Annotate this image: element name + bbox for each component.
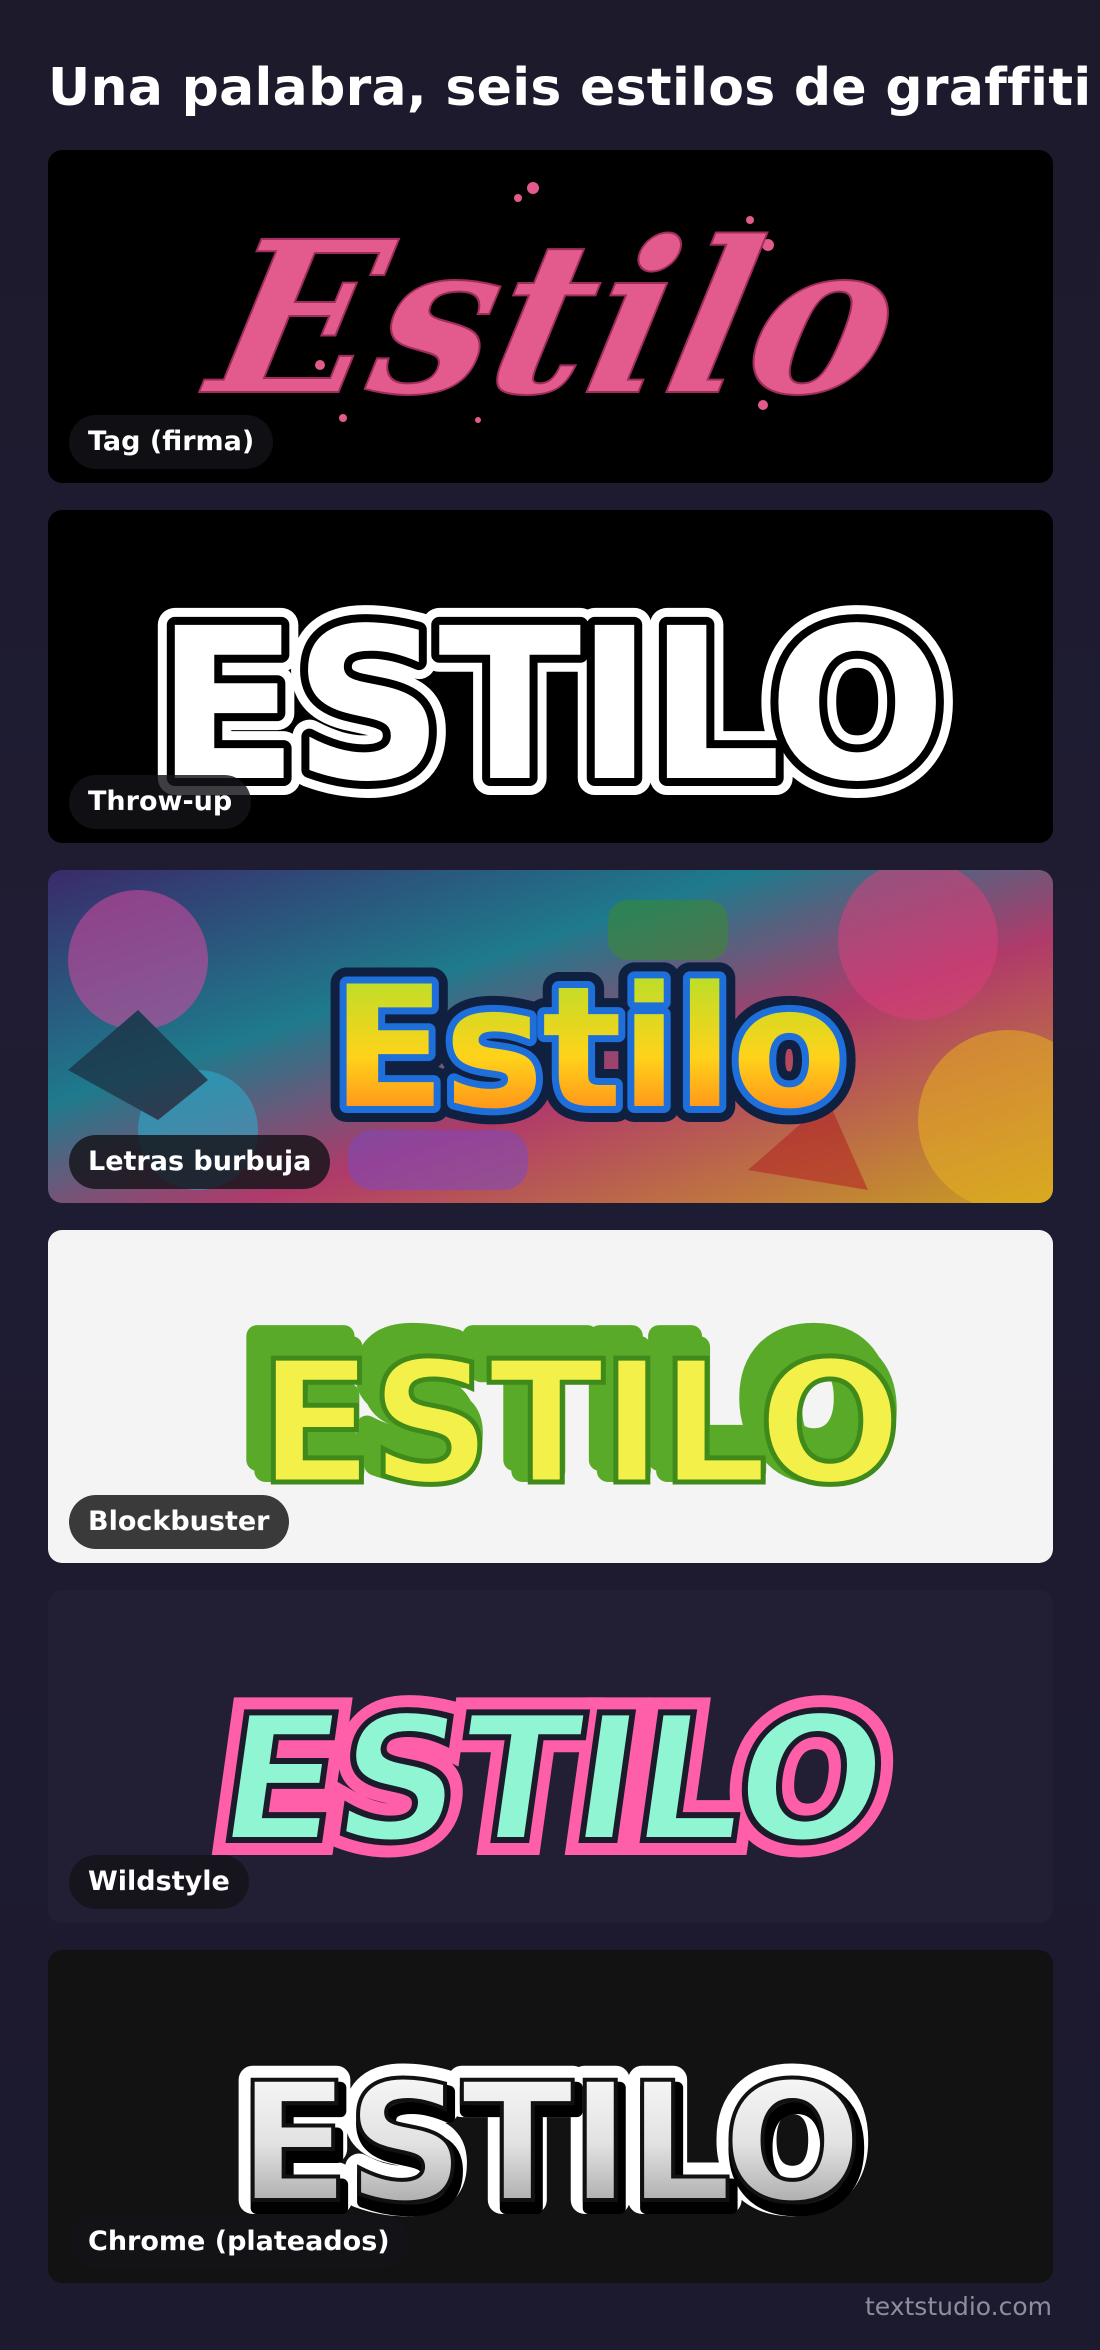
style-label: Letras burbuja	[69, 1135, 331, 1189]
style-label: Chrome (plateados)	[69, 2215, 409, 2269]
page-title: Una palabra, seis estilos de graffiti	[48, 58, 1092, 118]
wildstyle-word: ESTILO	[207, 1679, 896, 1882]
blockbuster-word: ESTILO	[258, 1325, 899, 1523]
style-card-throw-up[interactable]: ESTILO ESTILO ESTILO Throw-up	[48, 510, 1053, 843]
tag-word: Estilo	[188, 196, 920, 442]
chrome-word: ESTILO	[237, 2047, 858, 2239]
style-card-blockbuster[interactable]: ESTILO ESTILO ESTILO Blockbuster	[48, 1230, 1053, 1563]
style-card-tag[interactable]: Estilo Tag (firma)	[48, 150, 1053, 483]
style-card-chrome[interactable]: ESTILO ESTILO ESTILO Chrome (plateados)	[48, 1950, 1053, 2283]
footer-brand[interactable]: textstudio.com	[865, 2292, 1052, 2321]
style-label: Blockbuster	[69, 1495, 289, 1549]
bubble-word: Estilo	[331, 950, 845, 1146]
style-card-wildstyle[interactable]: ESTILO ESTILO Wildstyle	[48, 1590, 1053, 1923]
style-card-bubble[interactable]: Estilo Estilo Estilo Letras burbuja	[48, 870, 1053, 1203]
throw-up-word: ESTILO	[156, 583, 941, 828]
style-label: Tag (firma)	[69, 415, 274, 469]
style-label: Throw-up	[69, 775, 252, 829]
style-label: Wildstyle	[69, 1855, 249, 1909]
